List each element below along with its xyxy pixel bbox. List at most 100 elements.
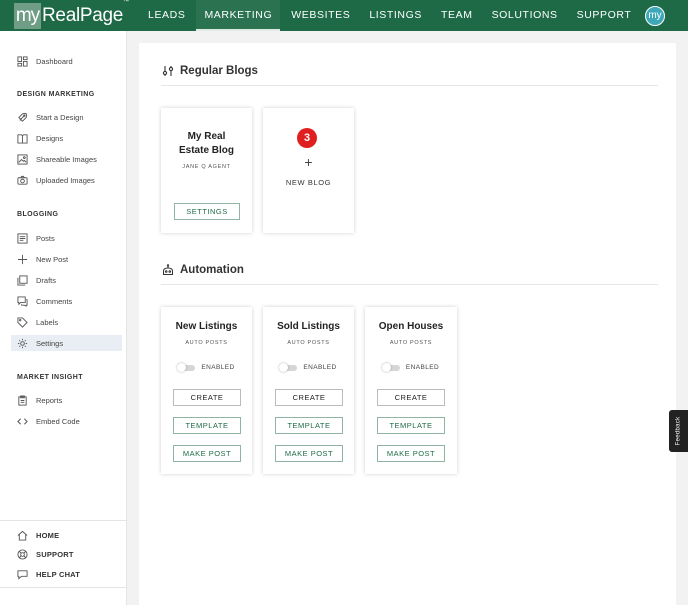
- toggle-knob: [279, 362, 289, 372]
- section-automation: Automation: [162, 264, 244, 276]
- section-title-text: Automation: [180, 264, 244, 276]
- sidebar-item-drafts[interactable]: Drafts: [11, 272, 122, 288]
- bottom-item-label: HELP CHAT: [36, 569, 81, 579]
- logo-wordmark: RealPage™: [42, 0, 129, 27]
- main-nav: LEADS MARKETING WEBSITES LISTINGS TEAM S…: [140, 0, 642, 31]
- sidebar-item-dashboard[interactable]: Dashboard: [11, 53, 122, 69]
- sidebar-item-labels[interactable]: Labels: [11, 314, 122, 330]
- blog-count-badge: 3: [297, 128, 317, 148]
- plus-icon: +: [304, 154, 313, 170]
- sidebar-heading-blogging: BLOGGING: [17, 211, 59, 218]
- blog-card-title-line1: My Real: [187, 131, 226, 142]
- make-post-button[interactable]: MAKE POST: [377, 445, 445, 462]
- logo-my-mark: my: [14, 3, 41, 29]
- sidebar-item-label: Embed Code: [36, 416, 80, 426]
- toggle-label: ENABLED: [405, 364, 440, 371]
- make-post-button[interactable]: MAKE POST: [173, 445, 241, 462]
- create-button[interactable]: CREATE: [377, 389, 445, 406]
- enabled-toggle[interactable]: ENABLED: [263, 362, 354, 372]
- sidebar-item-new-post[interactable]: New Post: [11, 251, 122, 267]
- lifebuoy-icon: [17, 548, 28, 560]
- sidebar-item-label: Drafts: [36, 275, 57, 285]
- toggle-switch[interactable]: [177, 362, 196, 372]
- automation-card-open-houses: Open Houses AUTO POSTS ENABLED CREATE TE…: [365, 307, 457, 474]
- automation-card-subtitle: AUTO POSTS: [389, 340, 433, 346]
- gear-icon: [17, 338, 28, 348]
- new-blog-card[interactable]: 3 + NEW BLOG: [263, 108, 354, 233]
- section-regular-blogs: Regular Blogs: [162, 65, 258, 77]
- toggle-label: ENABLED: [303, 364, 337, 371]
- book-icon: [17, 133, 28, 144]
- rocket-icon: [18, 112, 28, 122]
- logo-tm: ™: [123, 0, 129, 5]
- nav-team[interactable]: TEAM: [433, 0, 481, 31]
- camera-icon: [17, 175, 28, 185]
- nav-marketing[interactable]: MARKETING: [196, 0, 281, 31]
- comments-icon: [17, 295, 28, 307]
- sidebar-bottom-support[interactable]: SUPPORT: [11, 546, 74, 562]
- toggle-switch[interactable]: [279, 362, 298, 372]
- sidebar-item-label: Labels: [36, 317, 59, 327]
- toggle-switch[interactable]: [381, 362, 400, 372]
- new-blog-label: NEW BLOG: [285, 178, 332, 187]
- automation-card-title: Open Houses: [378, 321, 444, 332]
- template-button[interactable]: TEMPLATE: [377, 417, 445, 434]
- template-button[interactable]: TEMPLATE: [173, 417, 241, 434]
- sidebar-item-uploaded-images[interactable]: Uploaded Images: [11, 172, 122, 188]
- user-avatar[interactable]: my: [645, 6, 665, 26]
- sidebar-item-label: Start a Design: [36, 112, 84, 122]
- sidebar-item-settings[interactable]: Settings: [11, 335, 122, 351]
- sidebar-bottom-home[interactable]: HOME: [11, 527, 59, 543]
- sidebar-item-comments[interactable]: Comments: [11, 293, 122, 309]
- sidebar-item-label: Shareable Images: [36, 154, 97, 164]
- posts-icon: [17, 232, 28, 244]
- toggle-knob: [177, 362, 187, 372]
- sidebar-item-start-a-design[interactable]: Start a Design: [11, 109, 122, 125]
- sidebar: Dashboard DESIGN MARKETING Start a Desig…: [0, 31, 127, 605]
- dashboard-icon: [17, 55, 28, 67]
- automation-card-new-listings: New Listings AUTO POSTS ENABLED CREATE T…: [161, 307, 252, 474]
- nav-support[interactable]: SUPPORT: [569, 0, 640, 31]
- section-divider: [161, 284, 658, 285]
- nav-listings[interactable]: LISTINGS: [361, 0, 430, 31]
- bottom-item-label: HOME: [36, 530, 60, 540]
- sidebar-divider: [0, 520, 127, 521]
- sidebar-bottom-help-chat[interactable]: HELP CHAT: [11, 566, 80, 582]
- sliders-icon: [162, 66, 174, 76]
- sidebar-item-label: New Post: [36, 254, 69, 264]
- chat-icon: [17, 569, 28, 580]
- sidebar-divider: [0, 587, 127, 588]
- logo-name: RealPage: [42, 5, 124, 26]
- sidebar-item-shareable-images[interactable]: Shareable Images: [11, 151, 122, 167]
- sidebar-item-label: Uploaded Images: [36, 175, 95, 185]
- blog-settings-button[interactable]: SETTINGS: [174, 203, 240, 220]
- automation-card-subtitle: AUTO POSTS: [287, 340, 330, 346]
- sidebar-item-label: Comments: [36, 296, 73, 306]
- nav-leads[interactable]: LEADS: [140, 0, 193, 31]
- template-button[interactable]: TEMPLATE: [275, 417, 343, 434]
- sidebar-item-embed-code[interactable]: Embed Code: [11, 413, 122, 429]
- sidebar-item-label: Dashboard: [36, 56, 73, 66]
- enabled-toggle[interactable]: ENABLED: [161, 362, 252, 372]
- blog-card-title-line2: Estate Blog: [178, 145, 234, 156]
- sidebar-item-posts[interactable]: Posts: [11, 230, 122, 246]
- drafts-icon: [17, 274, 28, 286]
- create-button[interactable]: CREATE: [173, 389, 241, 406]
- feedback-tab[interactable]: Feedback: [669, 410, 688, 452]
- sidebar-item-reports[interactable]: Reports: [11, 392, 122, 408]
- sidebar-item-designs[interactable]: Designs: [11, 130, 122, 146]
- nav-solutions[interactable]: SOLUTIONS: [484, 0, 566, 31]
- automation-card-sold-listings: Sold Listings AUTO POSTS ENABLED CREATE …: [263, 307, 354, 474]
- myrealpage-logo[interactable]: my RealPage™: [14, 0, 129, 29]
- make-post-button[interactable]: MAKE POST: [275, 445, 343, 462]
- automation-card-title: New Listings: [175, 321, 238, 332]
- sidebar-item-label: Posts: [36, 233, 55, 243]
- toggle-label: ENABLED: [201, 364, 235, 371]
- home-icon: [17, 530, 28, 541]
- blog-card-my-real-estate-blog: My Real Estate Blog JANE Q AGENT SETTING…: [161, 108, 252, 233]
- nav-websites[interactable]: WEBSITES: [283, 0, 358, 31]
- reports-icon: [18, 394, 27, 406]
- top-nav-bar: my RealPage™ LEADS MARKETING WEBSITES LI…: [0, 0, 688, 31]
- create-button[interactable]: CREATE: [275, 389, 343, 406]
- enabled-toggle[interactable]: ENABLED: [365, 362, 457, 372]
